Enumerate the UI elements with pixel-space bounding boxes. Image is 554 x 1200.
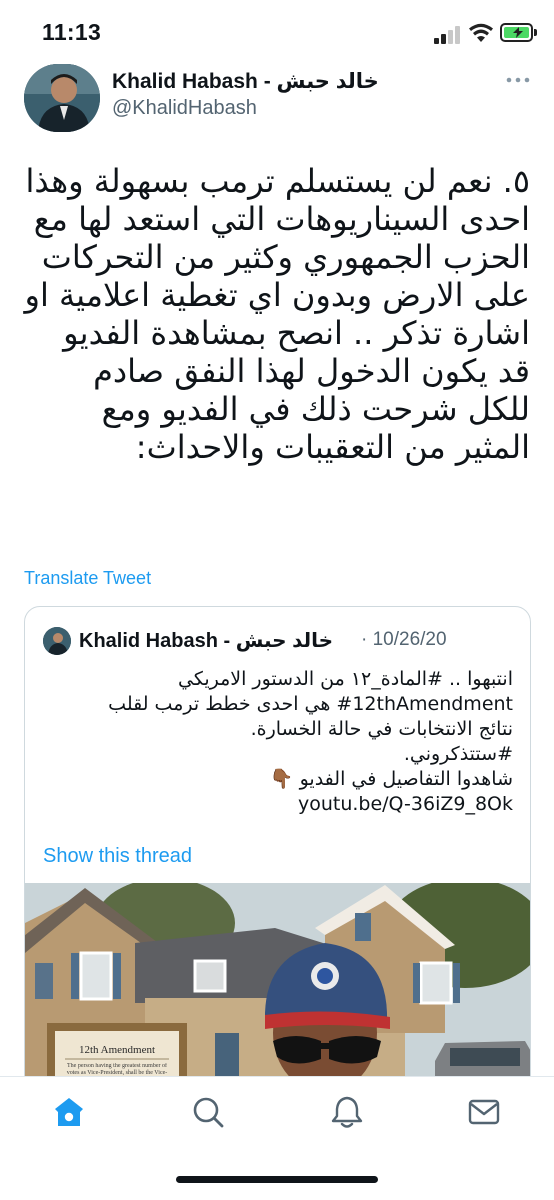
tab-messages[interactable] (467, 1095, 501, 1129)
signal-icon (434, 26, 462, 44)
quoted-tweet-date: · 10/26/20 (361, 629, 447, 650)
quoted-line: انتبهوا .. #المادة_١٢ من الدستور الامريك… (178, 668, 513, 690)
media-sign-body: The person having the greatest number of… (66, 1063, 168, 1076)
quoted-line: شاهدوا التفاصيل في الفديو 👇🏾 (269, 768, 513, 790)
quoted-line: #12thAmendment هي احدى خطط ترمب لقلب (108, 693, 513, 715)
quoted-line: #ستتذكروني. (403, 743, 513, 765)
tab-home[interactable] (52, 1095, 86, 1129)
home-indicator (176, 1176, 378, 1183)
show-thread-link[interactable]: Show this thread (43, 845, 192, 868)
tab-notifications[interactable] (330, 1095, 364, 1129)
status-bar: 11:13 (0, 0, 554, 62)
author-avatar[interactable] (24, 64, 100, 132)
battery-cap (534, 29, 537, 36)
mail-icon (468, 1099, 500, 1125)
more-options-icon[interactable] (505, 70, 531, 90)
battery-icon (500, 23, 533, 42)
translate-tweet-link[interactable]: Translate Tweet (24, 568, 151, 589)
status-time: 11:13 (42, 19, 102, 45)
quoted-author-name[interactable]: Khalid Habash - خالد حبش (79, 628, 333, 653)
tweet-text: ٥. نعم لن يستسلم ترمب بسهولة وهذا احدى ا… (24, 162, 531, 466)
quoted-link[interactable]: youtu.be/Q-36iZ9_8Ok (43, 792, 513, 817)
tab-search[interactable] (191, 1095, 225, 1129)
wifi-icon (469, 23, 493, 42)
quoted-line: نتائج الانتخابات في حالة الخسارة. (250, 718, 513, 740)
quoted-tweet-text: انتبهوا .. #المادة_١٢ من الدستور الامريك… (43, 667, 513, 817)
quoted-tweet-card[interactable]: Khalid Habash - خالد حبش · 10/26/20 انتب… (24, 606, 531, 1126)
bell-icon (331, 1096, 363, 1128)
search-icon (193, 1097, 224, 1128)
author-handle[interactable]: @KhalidHabash (112, 97, 257, 120)
quoted-author-avatar[interactable] (43, 627, 71, 655)
author-display-name[interactable]: Khalid Habash - خالد حبش (112, 69, 379, 94)
home-icon (55, 1098, 83, 1126)
media-sign-title: 12th Amendment (79, 1044, 155, 1056)
